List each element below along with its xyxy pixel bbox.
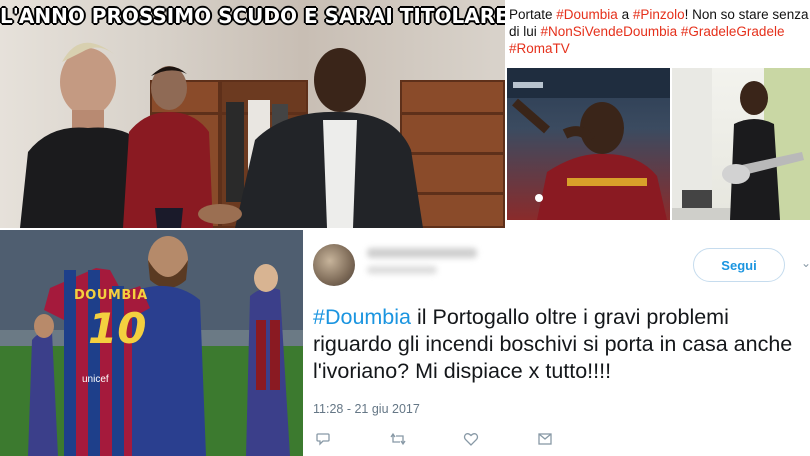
tweet-timestamp[interactable]: 11:28 - 21 giu 2017 [313,402,420,416]
instagram-text: a [617,7,633,22]
instagram-caption: Portate #Doumbia a #Pinzolo! Non so star… [509,6,809,57]
instagram-text: Portate [509,7,557,22]
instagram-hashtag[interactable]: #NonSiVendeDoumbia [541,24,678,39]
jersey-number: 10 [88,304,147,353]
handshake [198,204,242,224]
instagram-post: Portate #Doumbia a #Pinzolo! Non so star… [505,0,810,228]
message-icon[interactable] [537,431,553,447]
retweet-icon[interactable] [389,431,407,447]
tweet-hashtag[interactable]: #Doumbia [313,305,411,329]
doumbia-pointing-photo [507,68,670,220]
tweet-actions [315,431,555,449]
instagram-hashtag[interactable]: #RomaTV [509,41,570,56]
blurred-display-name [367,248,477,258]
instagram-hashtag[interactable]: #Doumbia [556,7,618,22]
tweet-card: Segui ⌄ #Doumbia il Portogallo oltre i g… [305,230,810,456]
jersey-sponsor: unicef [82,374,109,385]
like-icon[interactable] [463,431,479,447]
user-avatar[interactable] [313,244,355,286]
meme-image: L'ANNO PROSSIMO SCUDO E SARAI TITOLARE [0,0,505,228]
blurred-username [367,266,437,274]
jersey-name: DOUMBIA [74,288,148,303]
meme-caption: L'ANNO PROSSIMO SCUDO E SARAI TITOLARE [0,4,505,28]
jersey-photo: DOUMBIA 10 unicef [0,230,303,456]
doumbia-guitar-photo [672,68,810,220]
follow-button[interactable]: Segui [693,248,785,282]
chevron-down-icon[interactable]: ⌄ [801,256,810,270]
instagram-hashtag[interactable]: #GradeleGradele [681,24,785,39]
tweet-text: #Doumbia il Portogallo oltre i gravi pro… [313,304,808,385]
reply-icon[interactable] [315,431,331,447]
instagram-hashtag[interactable]: #Pinzolo [633,7,685,22]
